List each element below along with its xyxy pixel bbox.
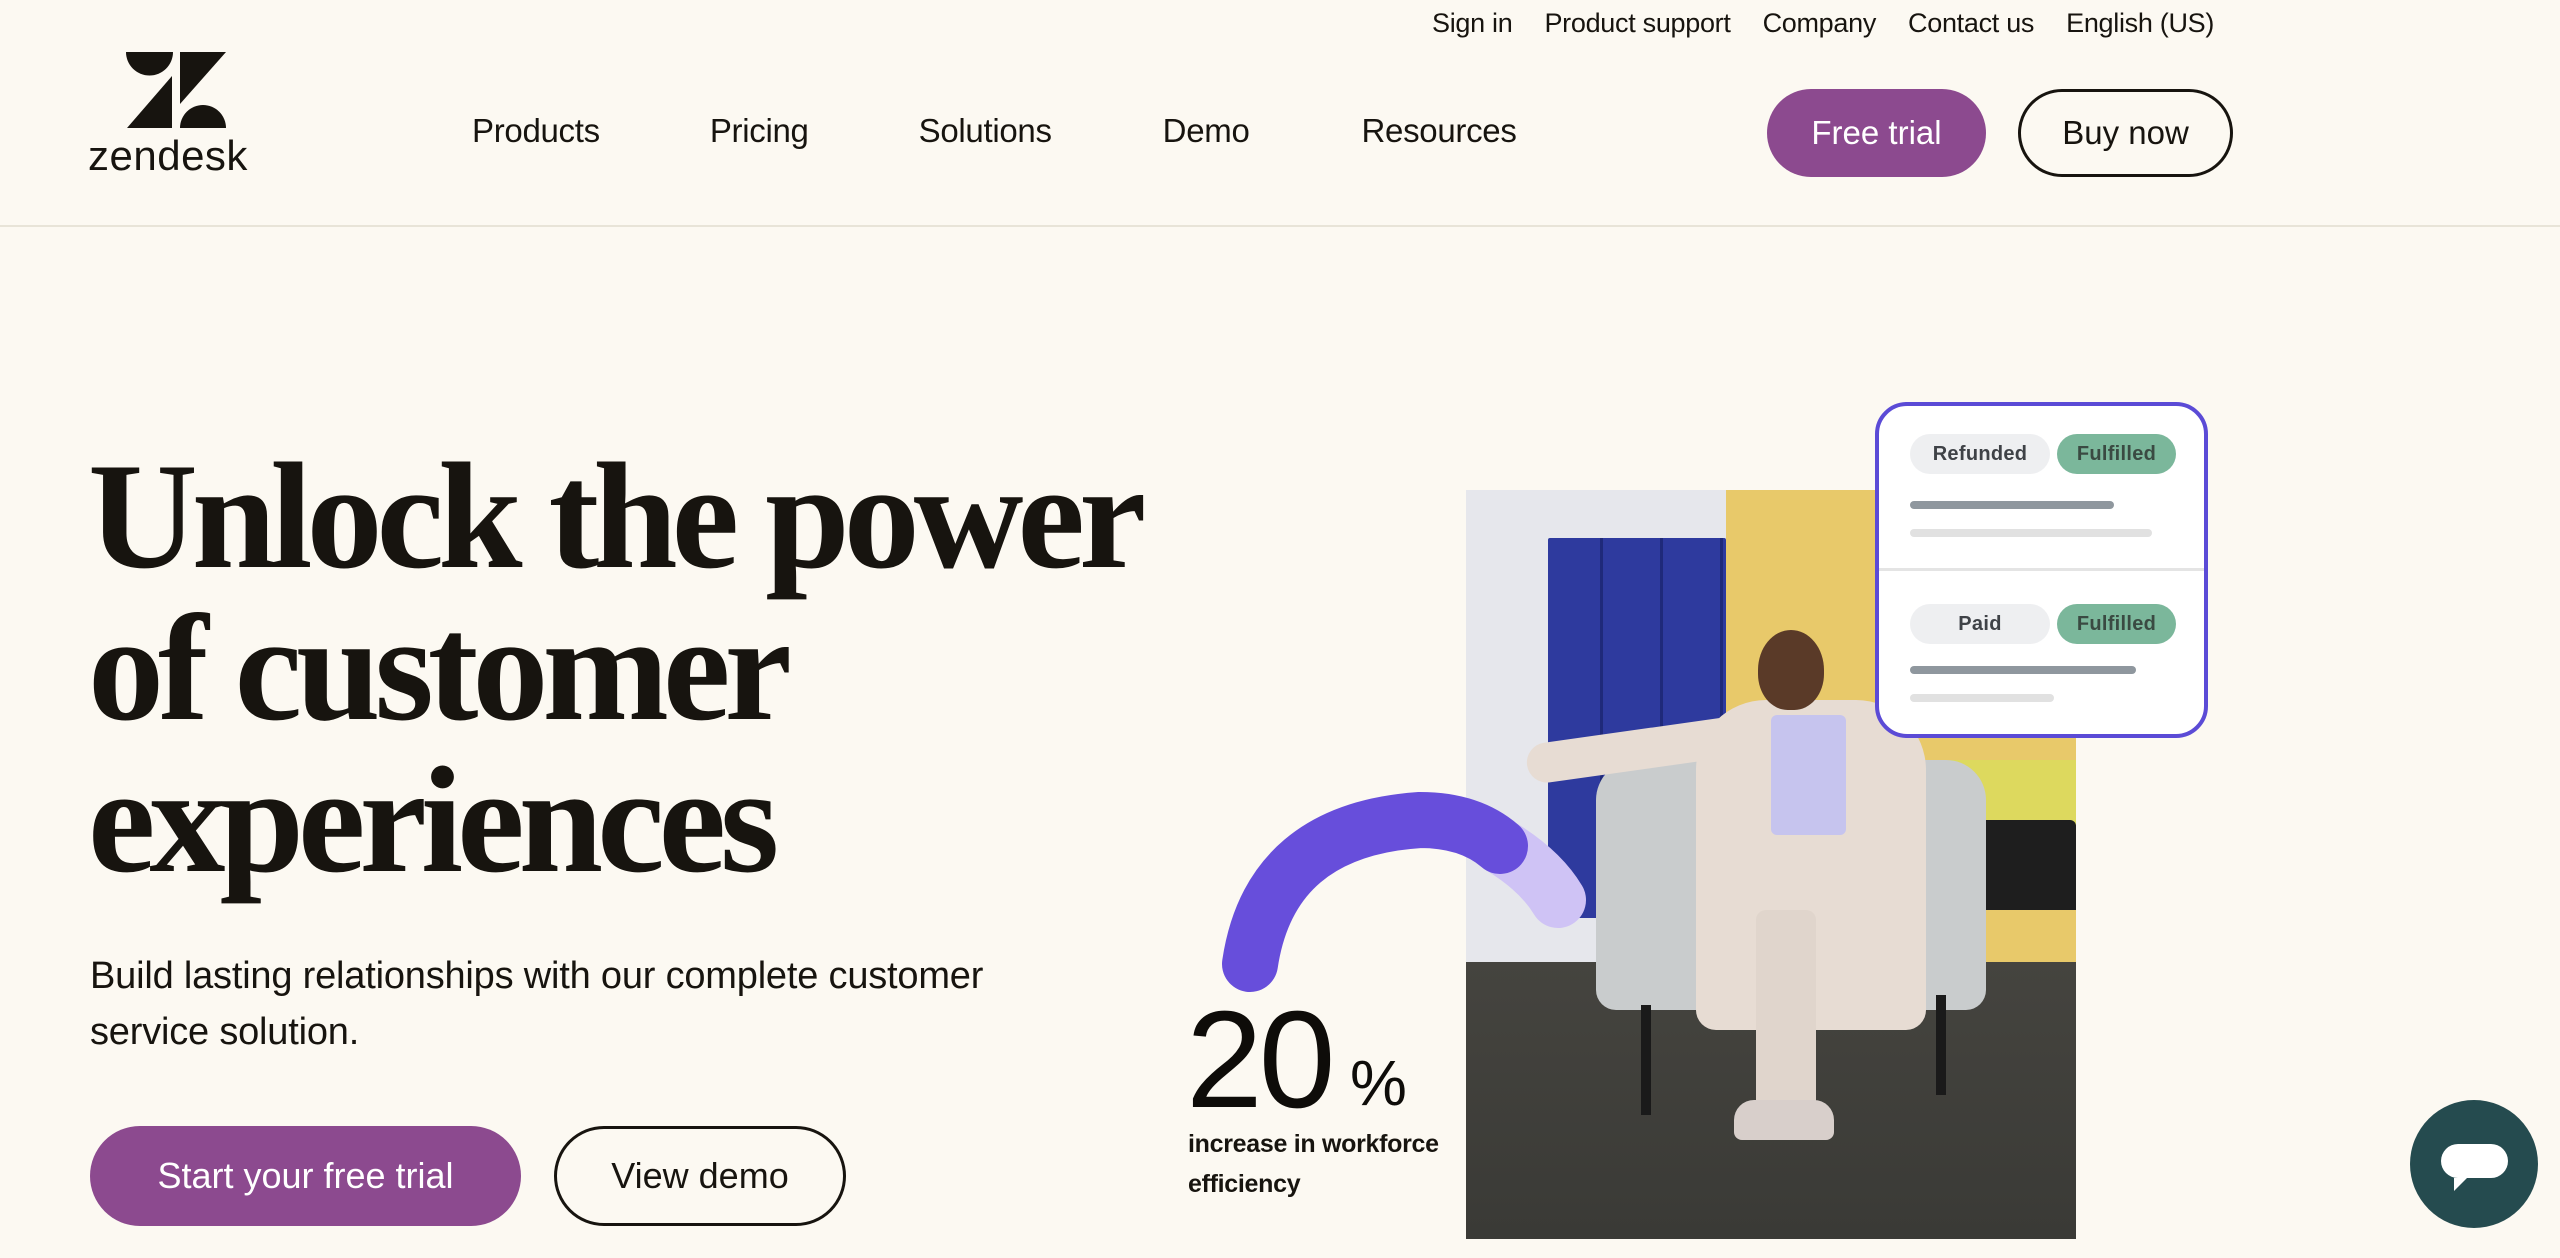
header-divider bbox=[0, 225, 2560, 227]
hero-subtitle: Build lasting relationships with our com… bbox=[90, 955, 984, 1053]
zendesk-logo[interactable]: zendesk bbox=[88, 52, 260, 179]
fulfillment-status-badge: Fulfilled bbox=[2057, 604, 2176, 644]
nav-pricing[interactable]: Pricing bbox=[710, 110, 809, 152]
company-link[interactable]: Company bbox=[1763, 6, 1877, 40]
photo-person-head bbox=[1758, 630, 1824, 710]
contact-us-link[interactable]: Contact us bbox=[1908, 6, 2034, 40]
logo-wordmark: zendesk bbox=[88, 132, 248, 179]
language-selector[interactable]: English (US) bbox=[2066, 6, 2214, 40]
photo-person-shirt bbox=[1771, 715, 1846, 835]
nav-demo[interactable]: Demo bbox=[1163, 110, 1250, 152]
zendesk-z-logo-icon bbox=[126, 52, 226, 128]
buy-now-button[interactable]: Buy now bbox=[2018, 89, 2233, 177]
nav-resources[interactable]: Resources bbox=[1362, 110, 1517, 152]
photo-chair-leg bbox=[1641, 1005, 1651, 1115]
product-support-link[interactable]: Product support bbox=[1544, 6, 1730, 40]
placeholder-line bbox=[1910, 694, 2054, 702]
chat-widget-button[interactable] bbox=[2410, 1100, 2538, 1228]
nav-solutions[interactable]: Solutions bbox=[919, 110, 1052, 152]
utility-nav: Sign in Product support Company Contact … bbox=[1432, 6, 2214, 40]
start-free-trial-button[interactable]: Start your free trial bbox=[90, 1126, 521, 1226]
free-trial-button[interactable]: Free trial bbox=[1767, 89, 1986, 177]
placeholder-line bbox=[1910, 501, 2114, 509]
photo-chair-leg bbox=[1936, 995, 1946, 1095]
order-row: Refunded Fulfilled bbox=[1879, 406, 2204, 568]
gauge-fill bbox=[1222, 791, 1528, 992]
order-status-card: Refunded Fulfilled Paid Fulfilled bbox=[1875, 402, 2208, 738]
nav-products[interactable]: Products bbox=[472, 110, 600, 152]
payment-status-badge: Refunded bbox=[1910, 434, 2050, 474]
placeholder-line bbox=[1910, 529, 2152, 537]
efficiency-gauge bbox=[1222, 791, 1586, 992]
stat-value: 20 bbox=[1186, 983, 1335, 1137]
payment-status-badge: Paid bbox=[1910, 604, 2050, 644]
photo-person-leg bbox=[1756, 910, 1816, 1110]
stat-unit: % bbox=[1350, 1047, 1407, 1119]
hero-headline: Unlock the power of customer experiences bbox=[88, 432, 1144, 904]
fulfillment-status-badge: Fulfilled bbox=[2057, 434, 2176, 474]
photo-person-shoe bbox=[1734, 1100, 1834, 1140]
card-divider bbox=[1879, 568, 2204, 571]
sign-in-link[interactable]: Sign in bbox=[1432, 6, 1513, 40]
placeholder-line bbox=[1910, 666, 2136, 674]
main-nav: Products Pricing Solutions Demo Resource… bbox=[472, 110, 1517, 152]
stat-label: increase in workforce efficiency bbox=[1188, 1130, 1439, 1198]
view-demo-button[interactable]: View demo bbox=[554, 1126, 846, 1226]
order-row: Paid Fulfilled bbox=[1879, 574, 2204, 734]
chat-bubble-tail bbox=[2454, 1178, 2467, 1191]
chat-bubble-icon bbox=[2441, 1144, 2508, 1178]
